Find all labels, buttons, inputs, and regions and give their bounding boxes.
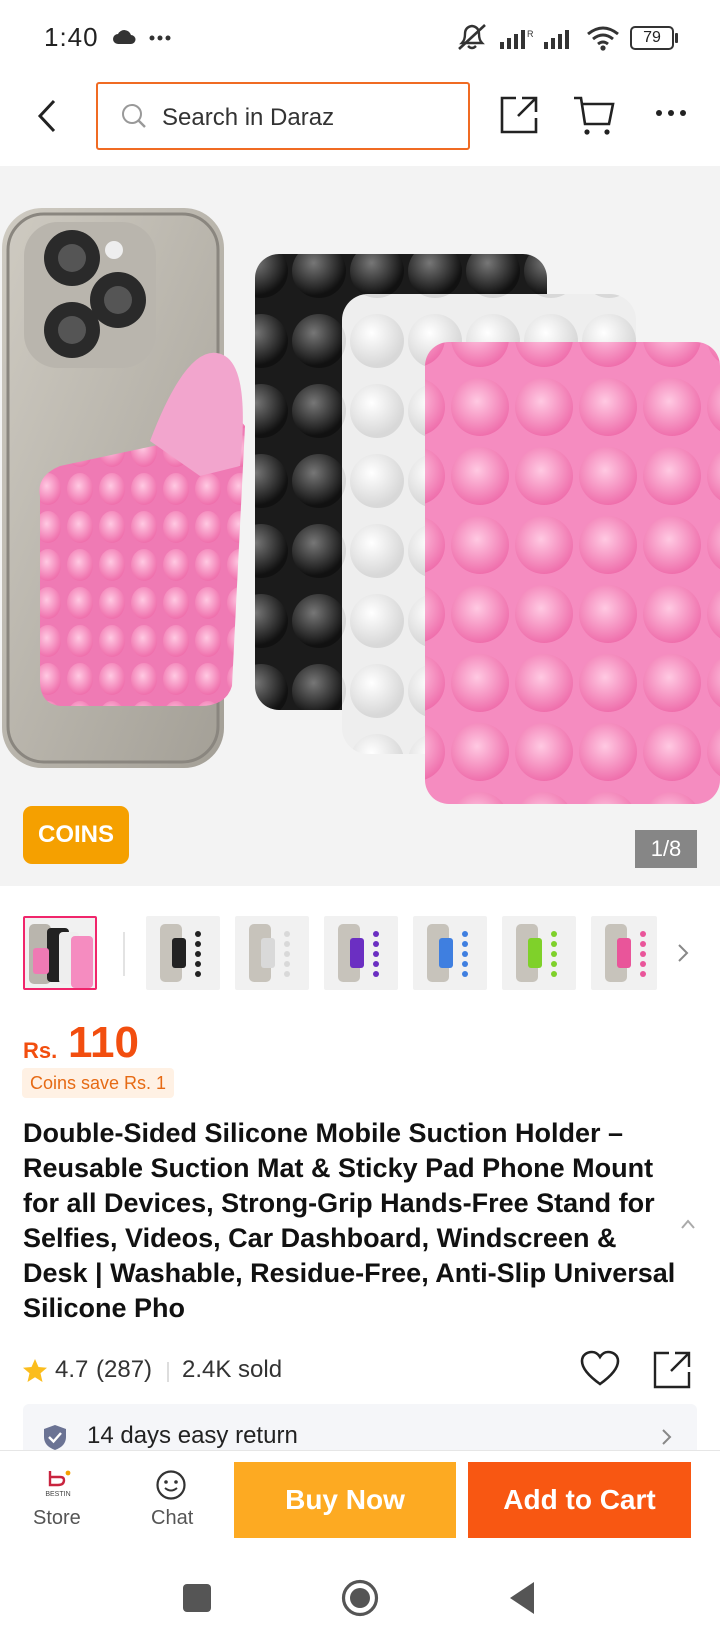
price-currency: Rs. <box>23 1038 58 1063</box>
coins-save-badge: Coins save Rs. 1 <box>22 1068 175 1098</box>
back-arrow-icon[interactable] <box>34 98 62 134</box>
add-to-cart-button[interactable]: Add to Cart <box>468 1462 691 1538</box>
back-nav-icon[interactable] <box>506 1580 538 1616</box>
search-placeholder: Search in Daraz <box>162 104 335 131</box>
bottom-action-bar: BESTIN Store Chat Buy Now Add to Cart <box>0 1450 720 1554</box>
cloud-icon <box>113 30 136 44</box>
image-counter: 1/8 <box>635 830 697 868</box>
chat-button[interactable]: Chat <box>142 1461 202 1541</box>
more-dots-icon <box>149 35 171 41</box>
share-icon[interactable] <box>498 94 540 136</box>
product-image <box>2 208 720 804</box>
buy-now-button[interactable]: Buy Now <box>234 1462 456 1538</box>
thumbnail-strip <box>0 906 720 1002</box>
thumbnail-divider <box>123 932 125 976</box>
system-navigation-bar <box>0 1554 720 1640</box>
thumbnail[interactable] <box>23 916 97 990</box>
chevron-right-icon[interactable] <box>676 942 690 964</box>
thumbnail[interactable] <box>413 916 487 990</box>
thumbnail[interactable] <box>324 916 398 990</box>
store-label: Store <box>33 1507 81 1529</box>
chat-label: Chat <box>151 1507 194 1529</box>
thumbnail[interactable] <box>591 916 657 990</box>
divider <box>167 1362 169 1382</box>
recents-icon[interactable] <box>183 1584 211 1612</box>
wifi-icon <box>587 26 619 51</box>
store-logo-text: BESTIN <box>45 1491 71 1498</box>
star-icon <box>23 1359 47 1382</box>
price-value: 110 <box>68 1018 139 1067</box>
product-title: Double-Sided Silicone Mobile Suction Hol… <box>23 1118 676 1323</box>
signal-icon <box>544 30 569 49</box>
store-button[interactable]: BESTIN Store <box>28 1461 88 1541</box>
status-bar: 1:40 R 79 <box>0 0 720 78</box>
signal-icon: R <box>500 29 534 49</box>
battery-tip <box>675 33 678 43</box>
chevron-up-icon[interactable] <box>680 1218 696 1230</box>
chat-icon <box>156 1470 186 1500</box>
coins-badge: COINS <box>23 806 129 864</box>
sold-count: 2.4K sold <box>182 1356 283 1383</box>
svg-text:R: R <box>527 29 534 39</box>
more-icon[interactable] <box>654 108 688 118</box>
product-image-gallery[interactable]: COINS 1/8 <box>0 166 720 886</box>
heart-icon[interactable] <box>580 1350 620 1388</box>
battery-icon: 79 <box>630 26 674 50</box>
rating-row: 4.7 (287) 2.4K sold <box>22 1350 712 1390</box>
shield-check-icon <box>44 1425 66 1450</box>
share-icon[interactable] <box>652 1350 692 1390</box>
rating-count[interactable]: (287) <box>96 1356 152 1384</box>
thumbnail[interactable] <box>502 916 576 990</box>
thumbnail[interactable] <box>235 916 309 990</box>
cart-icon[interactable] <box>572 92 616 136</box>
search-input[interactable]: Search in Daraz <box>96 82 470 150</box>
chevron-right-icon <box>662 1429 672 1445</box>
store-logo <box>48 1470 71 1487</box>
mute-icon <box>458 24 486 50</box>
thumbnail[interactable] <box>146 916 220 990</box>
search-icon <box>122 104 146 128</box>
top-header: Search in Daraz <box>0 78 720 166</box>
status-time: 1:40 <box>44 22 99 52</box>
return-policy-text: 14 days easy return <box>87 1422 298 1449</box>
rating-value: 4.7 <box>55 1356 89 1383</box>
home-icon[interactable] <box>340 1578 380 1618</box>
battery-level: 79 <box>643 29 661 46</box>
return-policy-row[interactable]: 14 days easy return <box>23 1404 697 1452</box>
